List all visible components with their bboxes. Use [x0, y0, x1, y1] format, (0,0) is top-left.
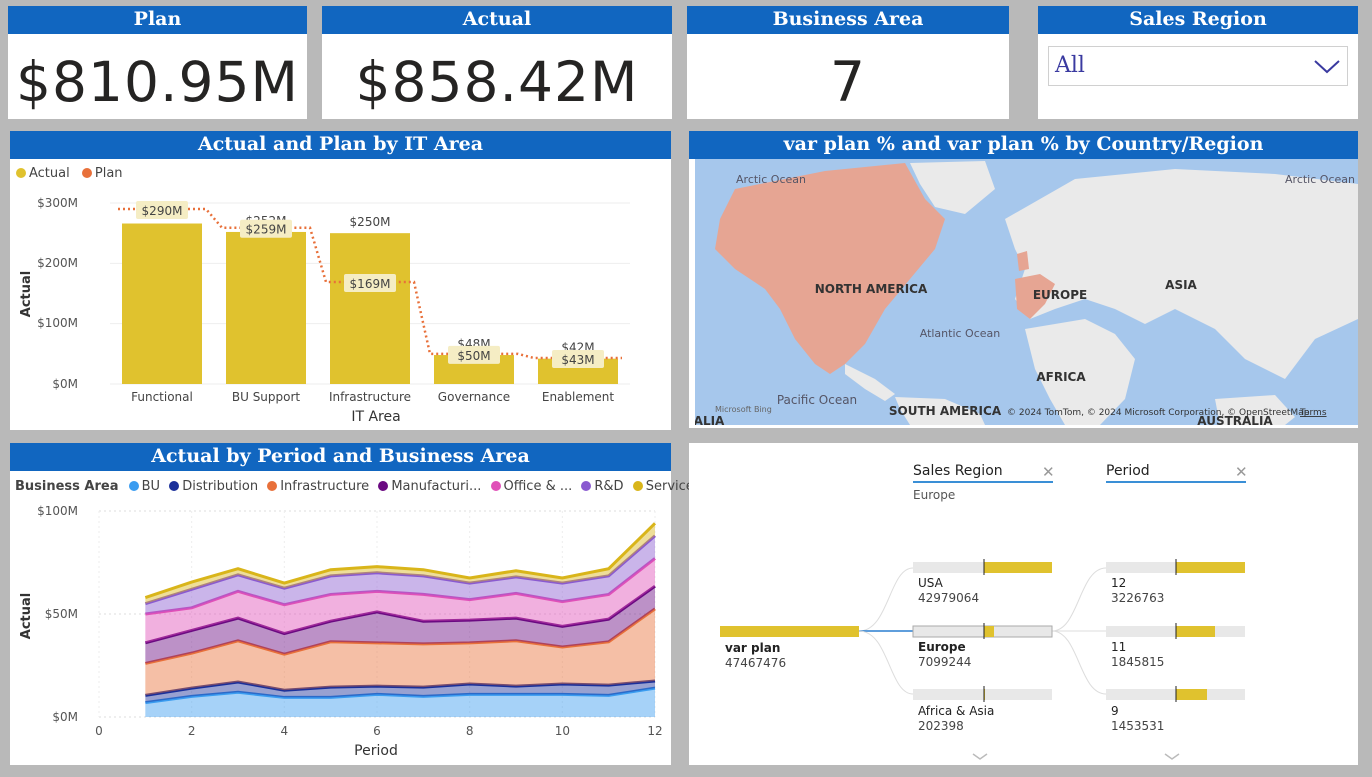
decomp-region-value: 7099244 [918, 655, 971, 669]
area-x-tick: 8 [466, 724, 474, 738]
decomp-period-bar-12[interactable] [1176, 562, 1245, 573]
bar-chart-plot: $300M $200M $100M $0M Actual IT Area $26… [19, 196, 630, 425]
decomposition-tree: Sales Region ✕ Europe Period ✕ var plan … [720, 463, 1248, 760]
decomp-region-label: USA [918, 576, 944, 590]
business-area-card-title: Business Area [687, 6, 1009, 34]
bar-category-label: Infrastructure [329, 390, 411, 404]
decomp-period-value: 1453531 [1111, 719, 1164, 733]
decomp-period-bar-11[interactable] [1176, 626, 1215, 637]
slicer-title: Sales Region [1038, 6, 1358, 34]
map-label-alia: ALIA [695, 414, 725, 425]
map-label-atlantic: Atlantic Ocean [920, 327, 1001, 340]
decomp-region-bar-europe[interactable] [984, 626, 994, 637]
map-title: var plan % and var plan % by Country/Reg… [689, 131, 1358, 159]
slicer-dropdown[interactable]: All [1048, 46, 1348, 86]
decomp-col2-header: Period [1106, 463, 1150, 479]
area-x-tick: 0 [95, 724, 103, 738]
map-label-arctic-right: Arctic Ocean [1285, 173, 1355, 186]
decomp-region-label: Africa & Asia [918, 704, 994, 718]
decomp-col2-close-icon[interactable]: ✕ [1235, 463, 1248, 481]
map-card: var plan % and var plan % by Country/Reg… [689, 131, 1358, 428]
map-label-south-america: SOUTH AMERICA [889, 404, 1002, 418]
bar-category-label: Governance [438, 390, 510, 404]
decomp-col1-close-icon[interactable]: ✕ [1042, 463, 1055, 481]
bar-chart-title: Actual and Plan by IT Area [10, 131, 671, 159]
actual-card-title: Actual [322, 6, 672, 34]
bar-x-axis-label: IT Area [351, 409, 400, 425]
area-x-tick: 12 [647, 724, 662, 738]
map-bing-logo: Microsoft Bing [715, 405, 772, 414]
bar-category-label: Enablement [542, 390, 615, 404]
map-label-africa: AFRICA [1036, 370, 1086, 384]
map-label-asia: ASIA [1165, 278, 1197, 292]
actual-value: $858.42M [355, 50, 639, 114]
bar-chart-card: Actual and Plan by IT Area Actual Plan $… [10, 131, 671, 430]
bar-plan-label: $50M [457, 349, 490, 363]
map-label-north-america: NORTH AMERICA [815, 282, 928, 296]
decomp-root-value: 47467476 [725, 656, 786, 670]
plan-card-title: Plan [8, 6, 307, 34]
area-x-tick: 2 [188, 724, 196, 738]
decomp-col1-header: Sales Region [913, 463, 1003, 479]
area-chart-card: Actual by Period and Business Area Busin… [10, 443, 701, 765]
bar-y-tick: $300M [37, 196, 78, 210]
decomp-region-bar-usa[interactable] [984, 562, 1052, 573]
bar-category-label: BU Support [232, 390, 301, 404]
area-y-tick: $0M [52, 710, 78, 724]
bar-category-label: Functional [131, 390, 193, 404]
scroll-down-chevron-icon[interactable] [1164, 753, 1180, 760]
bar-plan-label: $290M [142, 204, 183, 218]
bar-actual[interactable] [330, 233, 410, 384]
world-map[interactable]: Arctic Ocean Arctic Ocean Atlantic Ocean… [695, 159, 1358, 425]
decomp-period-label: 11 [1111, 640, 1126, 654]
map-label-pacific: Pacific Ocean [777, 393, 857, 407]
decomp-col1-filter: Europe [913, 488, 955, 502]
decomp-region-label: Europe [918, 640, 966, 654]
bar-y-tick: $100M [37, 316, 78, 330]
bar-y-tick: $0M [52, 377, 78, 391]
decomp-region-value: 202398 [918, 719, 964, 733]
bar-actual[interactable] [122, 223, 202, 384]
plan-value: $810.95M [16, 50, 299, 114]
business-area-value: 7 [830, 50, 866, 114]
map-terms-link[interactable]: Terms [1299, 408, 1327, 418]
sales-region-slicer: Sales Region All [1038, 6, 1358, 119]
decomp-period-value: 3226763 [1111, 591, 1164, 605]
decomp-region-value: 42979064 [918, 591, 979, 605]
area-x-tick: 6 [373, 724, 381, 738]
area-y-tick: $100M [37, 504, 78, 518]
uk-shape [1017, 251, 1029, 271]
decomp-period-label: 9 [1111, 704, 1119, 718]
bar-y-axis-label: Actual [19, 271, 34, 317]
slicer-value: All [1055, 53, 1085, 78]
decomp-period-bar-9[interactable] [1176, 689, 1207, 700]
area-y-axis-label: Actual [19, 593, 34, 639]
area-x-tick: 10 [555, 724, 570, 738]
business-area-card: Business Area 7 [687, 6, 1009, 119]
area-x-tick: 4 [281, 724, 289, 738]
decomp-period-value: 1845815 [1111, 655, 1164, 669]
scroll-down-chevron-icon[interactable] [972, 753, 988, 760]
bar-plan-label: $169M [350, 277, 391, 291]
decomp-period-label: 12 [1111, 576, 1126, 590]
decomp-root-bar[interactable] [720, 626, 859, 637]
bar-plan-label: $43M [561, 353, 594, 367]
map-copyright: © 2024 TomTom, © 2024 Microsoft Corporat… [1007, 408, 1310, 418]
chevron-down-icon [1314, 60, 1340, 74]
actual-card: Actual $858.42M [322, 6, 672, 119]
area-chart-plot: $100M $50M $0M Actual Period 0 2 4 6 8 10 12 [19, 504, 663, 759]
area-y-tick: $50M [45, 607, 78, 621]
area-chart-title: Actual by Period and Business Area [10, 443, 671, 471]
bar-plan-label: $259M [246, 223, 287, 237]
decomposition-tree-card: Sales Region ✕ Europe Period ✕ var plan … [689, 443, 1358, 765]
bar-y-tick: $200M [37, 256, 78, 270]
decomp-root-label: var plan [725, 641, 780, 655]
bar-actual-label: $250M [350, 215, 391, 229]
map-label-arctic-left: Arctic Ocean [736, 173, 806, 186]
plan-card: Plan $810.95M [8, 6, 307, 119]
bar-actual[interactable] [226, 231, 306, 384]
area-x-axis-label: Period [354, 743, 398, 759]
map-label-europe: EUROPE [1033, 288, 1087, 302]
